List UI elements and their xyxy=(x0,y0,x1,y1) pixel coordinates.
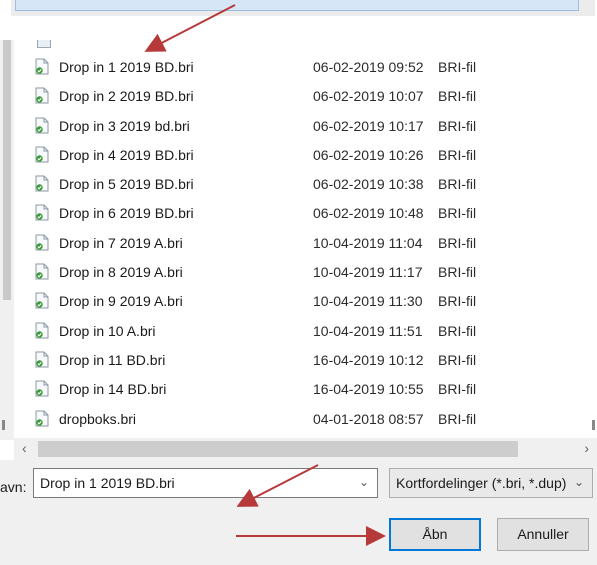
dialog-footer: avn: Drop in 1 2019 BD.bri ⌄ Kortfordeli… xyxy=(0,460,597,565)
vertical-scrollbar[interactable] xyxy=(0,40,14,440)
bri-file-icon xyxy=(35,58,49,75)
file-type: BRI-fil xyxy=(438,293,477,310)
file-name: Drop in 10 A.bri xyxy=(59,322,156,339)
scroll-right-arrow-icon[interactable]: › xyxy=(584,440,589,456)
file-type: BRI-fil xyxy=(438,410,477,427)
edge-marker xyxy=(2,420,5,430)
file-name: Drop in 3 2019 bd.bri xyxy=(59,117,190,134)
file-type: BRI-fil xyxy=(438,351,477,368)
file-row[interactable]: Drop in 8 2019 A.bri 10-04-2019 11:17 BRI-… xyxy=(30,257,590,286)
file-name: Drop in 6 2019 BD.bri xyxy=(59,205,194,222)
file-row[interactable]: dropboks.bri 04-01-2018 08:57 BRI-fil xyxy=(30,404,590,433)
file-name: Drop in 2 2019 BD.bri xyxy=(59,88,194,105)
bri-file-icon xyxy=(35,380,49,397)
file-date: 06-02-2019 09:52 xyxy=(313,59,424,75)
filename-label: avn: xyxy=(0,479,27,495)
file-name: Drop in 14 BD.bri xyxy=(59,381,167,398)
bri-file-icon xyxy=(35,292,49,309)
bri-file-icon xyxy=(35,234,49,251)
file-name: dropboks.bri xyxy=(59,410,137,427)
file-date: 10-04-2019 11:30 xyxy=(313,293,423,310)
scroll-left-arrow-icon[interactable]: ‹ xyxy=(22,440,27,456)
bri-file-icon xyxy=(35,322,49,339)
chevron-down-icon[interactable]: ⌄ xyxy=(574,475,584,489)
cancel-button[interactable]: Annuller xyxy=(497,518,589,551)
chevron-down-icon[interactable]: ⌄ xyxy=(359,475,369,489)
partial-list-item xyxy=(35,40,495,50)
file-date: 16-04-2019 10:12 xyxy=(313,351,424,368)
file-date: 06-02-2019 10:26 xyxy=(313,146,424,163)
file-row[interactable]: Drop in 4 2019 BD.bri 06-02-2019 10:26 BRI… xyxy=(30,140,590,169)
file-name: Drop in 4 2019 BD.bri xyxy=(59,146,194,163)
file-date: 06-02-2019 10:17 xyxy=(313,117,424,134)
file-date: 06-02-2019 10:38 xyxy=(313,176,424,193)
horizontal-scroll-thumb[interactable] xyxy=(38,441,518,457)
bri-file-icon xyxy=(35,175,49,192)
file-name: Drop in 11 BD.bri xyxy=(59,351,166,368)
file-list: Drop in 1 2019 BD.bri 06-02-2019 09:52 BRI… xyxy=(30,52,590,433)
vertical-scroll-thumb[interactable] xyxy=(3,40,11,300)
file-row[interactable]: Drop in 9 2019 A.bri 10-04-2019 11:30 BRI-… xyxy=(30,286,590,315)
file-name: Drop in 8 2019 A.bri xyxy=(59,264,183,281)
file-date: 10-04-2019 11:04 xyxy=(313,234,423,251)
file-row[interactable]: Drop in 7 2019 A.bri 10-04-2019 11:04 BRI-… xyxy=(30,228,590,257)
file-date: 06-02-2019 10:07 xyxy=(313,88,424,105)
file-name: Drop in 5 2019 BD.bri xyxy=(59,176,194,193)
file-type: BRI-fil xyxy=(438,59,477,75)
file-name: Drop in 1 2019 BD.bri xyxy=(59,59,194,75)
file-date: 04-01-2018 08:57 xyxy=(313,410,424,427)
file-row[interactable]: Drop in 11 BD.bri 16-04-2019 10:12 BRI-fil xyxy=(30,345,590,374)
bri-file-icon xyxy=(35,204,49,221)
file-row[interactable]: Drop in 6 2019 BD.bri 06-02-2019 10:48 BRI… xyxy=(30,198,590,227)
open-button[interactable]: Åbn xyxy=(389,518,481,551)
file-date: 10-04-2019 11:17 xyxy=(313,264,423,281)
file-icon xyxy=(37,40,51,48)
edge-marker xyxy=(592,420,595,430)
bri-file-icon xyxy=(35,410,49,427)
filter-value: Kortfordelinger (*.bri, *.dup) xyxy=(396,475,567,491)
file-row[interactable]: Drop in 1 2019 BD.bri 06-02-2019 09:52 BRI… xyxy=(30,52,590,81)
file-type-filter[interactable]: Kortfordelinger (*.bri, *.dup) ⌄ xyxy=(389,468,593,498)
bri-file-icon xyxy=(35,117,49,134)
bri-file-icon xyxy=(35,146,49,163)
filename-input[interactable]: Drop in 1 2019 BD.bri ⌄ xyxy=(33,468,378,498)
file-type: BRI-fil xyxy=(438,381,477,398)
file-type: BRI-fil xyxy=(438,176,477,193)
file-type: BRI-fil xyxy=(438,322,477,339)
file-date: 16-04-2019 10:55 xyxy=(313,381,424,398)
file-date: 06-02-2019 10:48 xyxy=(313,205,424,222)
file-row[interactable]: Drop in 2 2019 BD.bri 06-02-2019 10:07 BRI… xyxy=(30,81,590,110)
file-date: 10-04-2019 11:51 xyxy=(313,322,423,339)
bri-file-icon xyxy=(35,87,49,104)
file-type: BRI-fil xyxy=(438,234,477,251)
file-type: BRI-fil xyxy=(438,88,477,105)
bri-file-icon xyxy=(35,351,49,368)
file-name: Drop in 7 2019 A.bri xyxy=(59,234,183,251)
address-bar[interactable] xyxy=(15,0,579,11)
file-type: BRI-fil xyxy=(438,205,477,222)
horizontal-scrollbar[interactable]: ‹ › xyxy=(14,438,597,460)
file-type: BRI-fil xyxy=(438,146,477,163)
file-row[interactable]: Drop in 14 BD.bri 16-04-2019 10:55 BRI-fil xyxy=(30,374,590,403)
bri-file-icon xyxy=(35,263,49,280)
file-row[interactable]: Drop in 10 A.bri 10-04-2019 11:51 BRI-fil xyxy=(30,316,590,345)
file-type: BRI-fil xyxy=(438,264,477,281)
file-name: Drop in 9 2019 A.bri xyxy=(59,293,183,310)
file-row[interactable]: Drop in 3 2019 bd.bri 06-02-2019 10:17 BRI… xyxy=(30,111,590,140)
file-row[interactable]: Drop in 5 2019 BD.bri 06-02-2019 10:38 BRI… xyxy=(30,169,590,198)
address-bar-strip xyxy=(11,0,595,16)
file-type: BRI-fil xyxy=(438,117,477,134)
filename-value: Drop in 1 2019 BD.bri xyxy=(40,475,175,491)
